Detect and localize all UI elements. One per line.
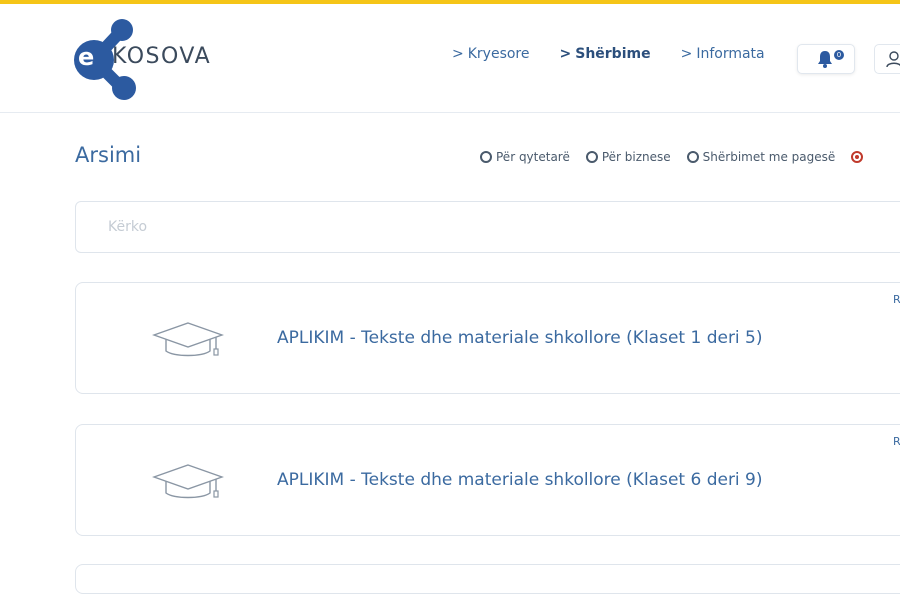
nav-item-label: Kryesore — [467, 46, 530, 62]
service-corner-label: R — [893, 435, 900, 448]
page-title: Arsimi — [75, 143, 142, 167]
graduation-cap-icon — [152, 464, 224, 499]
site-header: e KOSOVA > Kryesore > Shërbime > Informa… — [0, 4, 900, 113]
radio-icon — [686, 151, 699, 163]
bell-icon — [818, 51, 832, 68]
service-corner-label: R — [893, 293, 900, 306]
service-card[interactable]: APLIKIM - Tekste dhe materiale shkollore… — [75, 282, 900, 394]
radio-icon — [480, 151, 492, 163]
filter-label: Shërbimet me pagesë — [702, 150, 836, 164]
filter-partial[interactable] — [851, 151, 867, 163]
filter-paid-services[interactable]: Shërbimet me pagesë — [686, 150, 836, 164]
nav-item-sherbime[interactable]: > Shërbime — [560, 46, 651, 62]
radio-selected-icon — [851, 151, 864, 163]
service-card-partial[interactable] — [75, 564, 900, 594]
service-title: APLIKIM - Tekste dhe materiale shkollore… — [277, 328, 763, 348]
logo-letter: e — [78, 43, 95, 71]
graduation-cap-icon — [152, 322, 224, 357]
service-title: APLIKIM - Tekste dhe materiale shkollore… — [277, 470, 763, 490]
user-button[interactable] — [874, 44, 900, 74]
filter-label: Për qytetarë — [496, 150, 570, 164]
search-input[interactable] — [75, 201, 900, 253]
radio-icon — [585, 151, 598, 163]
filter-group: Për qytetarë Për biznese Shërbimet me pa… — [480, 150, 883, 164]
nav-item-label: Informata — [696, 46, 765, 62]
service-card[interactable]: APLIKIM - Tekste dhe materiale shkollore… — [75, 424, 900, 536]
filter-citizens[interactable]: Për qytetarë — [480, 150, 570, 164]
filter-business[interactable]: Për biznese — [585, 150, 671, 164]
user-icon — [886, 51, 900, 68]
nav-item-informata[interactable]: > Informata — [681, 46, 765, 62]
ekosova-logo[interactable]: e KOSOVA — [72, 18, 242, 102]
main-nav: > Kryesore > Shërbime > Informata — [452, 46, 795, 62]
nav-item-label: Shërbime — [575, 46, 651, 62]
filter-label: Për biznese — [601, 150, 671, 164]
nav-item-kryesore[interactable]: > Kryesore — [452, 46, 530, 62]
logo-text: KOSOVA — [112, 44, 212, 69]
chevron-right-icon: > — [559, 46, 572, 62]
chevron-right-icon: > — [680, 46, 693, 62]
notification-badge: 0 — [834, 50, 844, 60]
notifications-button[interactable]: 0 — [797, 44, 855, 74]
chevron-right-icon: > — [452, 46, 464, 62]
